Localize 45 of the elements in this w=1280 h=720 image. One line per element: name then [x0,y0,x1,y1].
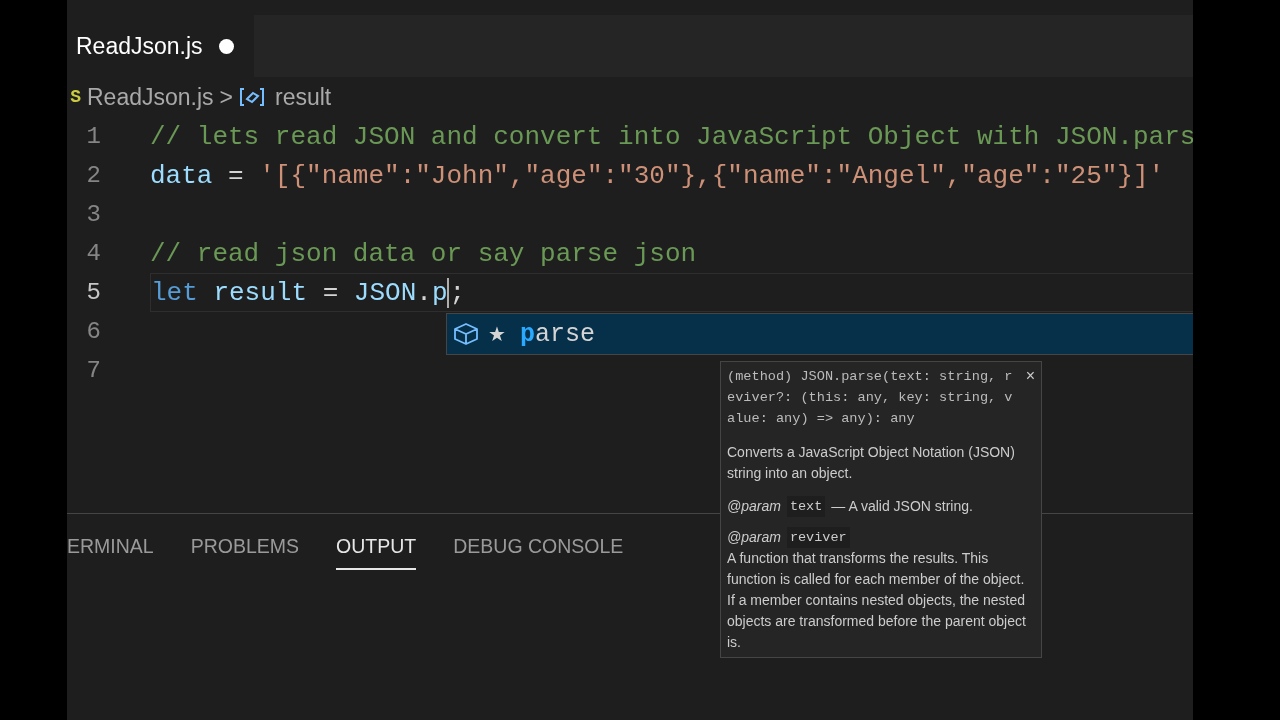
line-number: 6 [85,318,101,345]
code-identifier: data [150,160,213,191]
description-text: Converts a JavaScript Object Notation (JSON) string into an object. [727,443,1016,483]
breadcrumb-item[interactable]: ReadJson.js [87,83,214,111]
line-number: 1 [85,123,101,150]
code-identifier: result [213,277,308,308]
line-number: 5 [85,279,101,306]
panel-tab[interactable]: PROBLEMS [190,535,300,570]
breadcrumb-separator: > [219,83,233,111]
signature-text: (method) JSON.parse(text: string, r [727,368,1014,386]
signature-text: alue: any) => any): any [727,410,916,428]
param-description: — A valid JSON string. [831,497,973,516]
suggestion-label: parse [520,319,596,349]
star-icon: ★ [488,322,506,346]
param-name: reviver [786,527,850,548]
panel-tab[interactable]: DEBUG CONSOLE [453,535,624,570]
close-icon[interactable]: × [1025,366,1035,429]
code-string: '[{"name":"John","age":"30"},{"name":"Angel","age":"25"}]' [259,160,1165,191]
code-keyword: let [151,277,198,308]
cube-icon [452,322,480,346]
line-number: 2 [85,162,101,189]
suggestion-item[interactable]: ★ parse [446,313,1193,355]
param-name: text [786,496,826,517]
code-operator: ; [449,277,466,308]
line-number: 7 [85,357,101,384]
variable-icon [239,87,265,107]
param-tag: @param [727,527,781,548]
editor-tab[interactable]: ReadJson.js [67,15,254,77]
code-identifier: JSON [353,277,417,308]
tab-title: ReadJson.js [76,32,203,60]
panel-tab[interactable]: ERMINAL [67,535,154,570]
line-number: 4 [85,240,101,267]
signature-text: eviver?: (this: any, key: string, v [727,389,1014,407]
code-identifier: p [431,277,448,308]
line-number: 3 [85,201,101,228]
param-description: A function that transforms the results. This function is called for each member of the object. If a member contains nested objects, the nested objects are transformed before the parent object is. [727,549,1027,652]
param-tag: @param [727,496,781,517]
file-type-icon: S [67,87,81,107]
code-operator: = [227,160,245,191]
code-comment: // lets read JSON and convert into JavaScript Object with JSON.pars [150,121,1193,152]
code-operator: . [416,277,432,308]
code-comment: // read json data or say parse json [150,238,697,269]
panel-tab[interactable]: OUTPUT [336,535,417,570]
breadcrumb-item[interactable]: result [275,83,332,111]
code-operator: = [321,277,340,308]
